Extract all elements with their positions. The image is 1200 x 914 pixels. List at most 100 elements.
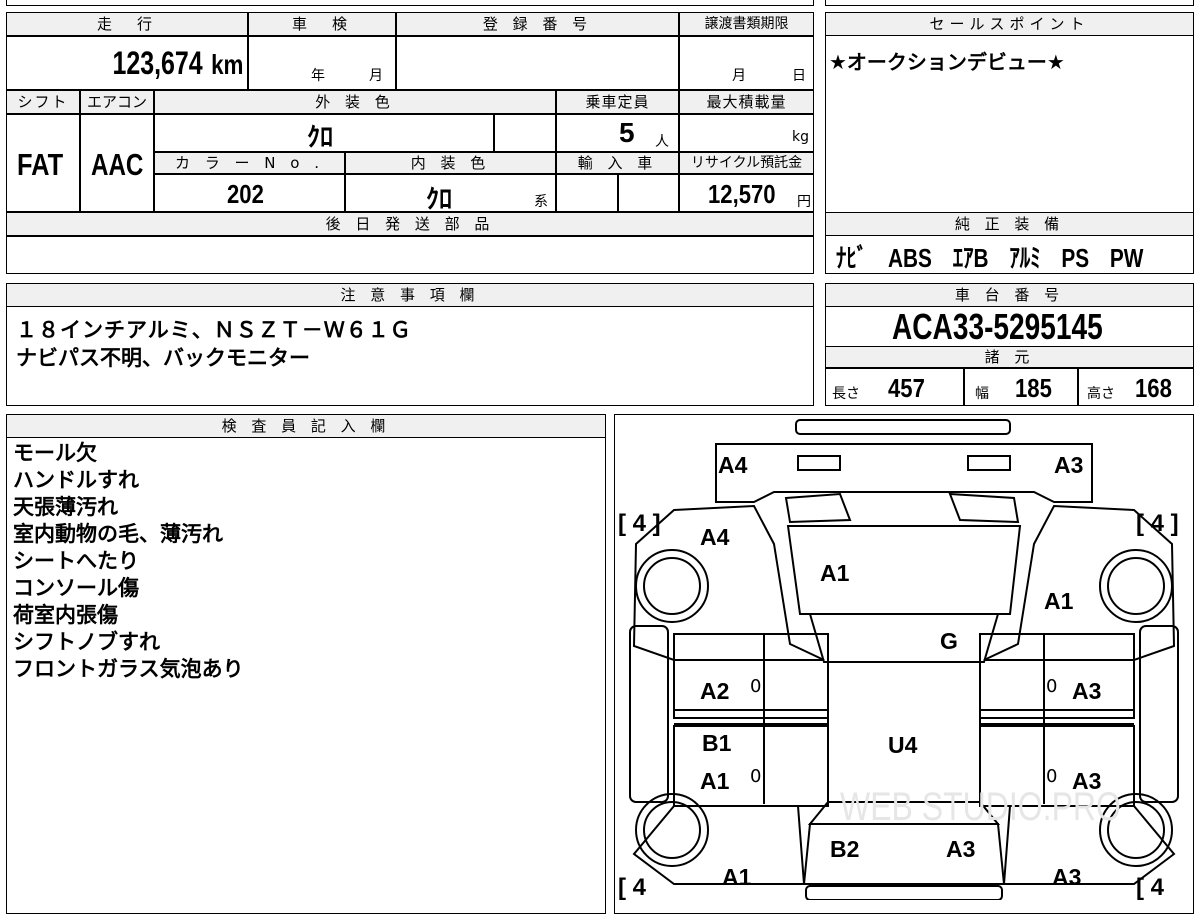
mileage-unit: km [210, 49, 243, 80]
header-recycle-fee: リサイクル預託金 [679, 152, 814, 174]
standard-equipment-value: ﾅﾋﾞ ABS ｴｱB ｱﾙﾐ PS PW [836, 243, 1144, 273]
later-parts-cell [6, 236, 814, 274]
inspector-notes-list: モール欠 ハンドルすれ 天張薄汚れ 室内動物の毛、薄汚れ シートへたり コンソー… [13, 440, 244, 683]
rear-bumper-shape [805, 885, 1003, 900]
shaken-year-unit: 年 [311, 68, 325, 84]
header-mileage: 走 行 [6, 12, 248, 36]
side-panel-right [1139, 625, 1179, 803]
mark-front-right-top: A3 [1054, 452, 1084, 478]
mark-quarter-left: A1 [722, 864, 752, 890]
wheel-front-right-inner [1107, 557, 1165, 615]
capacity-value: 5 [619, 117, 635, 148]
import-cell-1 [556, 174, 618, 212]
exterior-color-value: ｸﾛ [307, 122, 334, 152]
height-label: 高さ [1087, 386, 1115, 402]
chassis-no-text: ACA33-5295145 [892, 306, 1103, 347]
mark-fender-right: A1 [1044, 588, 1074, 614]
front-bumper-shape [795, 419, 1011, 435]
recycle-fee-cell: 12,570 円 [679, 174, 814, 212]
inspector-note: フロントガラス気泡あり [13, 657, 244, 681]
sales-point-text: ★オークションデビュー★ [829, 50, 1065, 74]
inspector-note: シフトノブすれ [13, 630, 160, 654]
max-load-unit: kg [792, 129, 809, 145]
inspector-note: シートへたり [13, 549, 139, 573]
side-panel-left [629, 625, 669, 803]
zero-mark-fr: 0 [1046, 676, 1058, 697]
exterior-color-extra [494, 114, 556, 152]
front-body-outline [715, 443, 1093, 503]
mark-door-fr: A3 [1072, 678, 1102, 704]
header-inspector: 検 査 員 記 入 欄 [6, 414, 606, 438]
header-transfer-deadline: 譲渡書類期限 [679, 12, 814, 36]
transfer-day-unit: 日 [792, 68, 806, 84]
header-standard-equipment: 純 正 装 備 [825, 212, 1194, 236]
capacity-cell: 5 人 [556, 114, 679, 152]
headlight-right-shape [967, 455, 1011, 471]
wheel-front-left-shape [635, 549, 709, 623]
interior-color-value: ｸﾛ [426, 184, 453, 214]
registration-cell [396, 36, 679, 90]
import-cell-2 [618, 174, 679, 212]
interior-suffix: 系 [534, 194, 548, 210]
inspector-note: コンソール傷 [13, 576, 139, 600]
zero-mark-rr: 0 [1046, 766, 1058, 787]
quarter-left-shape [632, 805, 806, 885]
header-max-load: 最大積載量 [679, 90, 814, 114]
max-load-cell: kg [679, 114, 814, 152]
header-chassis-no: 車 台 番 号 [825, 283, 1194, 307]
mark-hood: A1 [820, 560, 850, 586]
notes-line-1: １８インチアルミ、ＮＳＺＴ－Ｗ６１Ｇ [16, 318, 412, 342]
inspector-note: 荷室内張傷 [13, 603, 118, 627]
color-no-value: 202 [227, 179, 264, 209]
mark-trunk-left: B2 [830, 836, 860, 862]
notes-line-2: ナビパス不明、バックモニター [16, 346, 310, 370]
wheel-front-right-shape [1099, 549, 1173, 623]
wheel-rear-left-inner [643, 801, 701, 859]
wheel-rear-left-shape [635, 793, 709, 867]
wheel-front-left-inner [643, 557, 701, 615]
shift-cell: FAT [6, 114, 80, 212]
interior-color-cell: ｸﾛ 系 [345, 174, 556, 214]
mark-windshield: G [940, 628, 958, 654]
shaken-cell: 年 月 [248, 36, 396, 90]
spec-height-cell: 高さ 168 [1078, 368, 1194, 406]
header-color-no: カ ラ ー N o . [154, 152, 345, 174]
recycle-fee-value: 12,570 [708, 179, 776, 209]
header-later-parts: 後 日 発 送 部 品 [6, 212, 814, 236]
header-registration: 登 録 番 号 [396, 12, 679, 36]
inspector-note: ハンドルすれ [13, 468, 139, 492]
tire-front-right: [ 4 ] [1136, 510, 1179, 537]
top-strip [6, 0, 814, 6]
color-no-cell: 202 [154, 174, 345, 212]
grille-right-shape [948, 492, 1020, 524]
zero-mark-fl: 0 [750, 676, 762, 697]
headlight-left-shape [797, 455, 841, 471]
mark-door-fl: A2 [700, 678, 730, 704]
header-aircon: エアコン [80, 90, 154, 114]
capacity-unit: 人 [655, 134, 669, 150]
spec-length-cell: 長さ 457 [825, 368, 964, 406]
header-shift: シフト [6, 90, 80, 114]
windshield-shape [808, 613, 1000, 663]
header-sales-point: セールスポイント [825, 12, 1194, 36]
shaken-month-unit: 月 [369, 68, 383, 84]
tire-rear-left: [ 4 [618, 874, 647, 901]
mark-fender-left: A4 [700, 524, 730, 550]
spec-width-cell: 幅 185 [964, 368, 1078, 406]
recycle-unit: 円 [797, 194, 811, 210]
tire-rear-right: [ 4 [1136, 874, 1165, 901]
transfer-month-unit: 月 [732, 68, 746, 84]
width-value: 185 [1015, 373, 1052, 403]
header-exterior-color: 外 装 色 [154, 90, 556, 114]
inspector-note: 室内動物の毛、薄汚れ [13, 522, 223, 546]
mark-door-rr: A3 [1072, 768, 1102, 794]
header-import: 輸 入 車 [556, 152, 679, 174]
mark-door-rl-1: B1 [702, 730, 732, 756]
transfer-cell: 月 日 [679, 36, 814, 90]
height-value: 168 [1135, 373, 1172, 403]
length-value: 457 [888, 373, 925, 403]
width-label: 幅 [975, 386, 989, 402]
inspector-note: 天張薄汚れ [13, 495, 118, 519]
header-notes: 注 意 事 項 欄 [6, 283, 814, 307]
shift-value: FAT [17, 147, 64, 182]
